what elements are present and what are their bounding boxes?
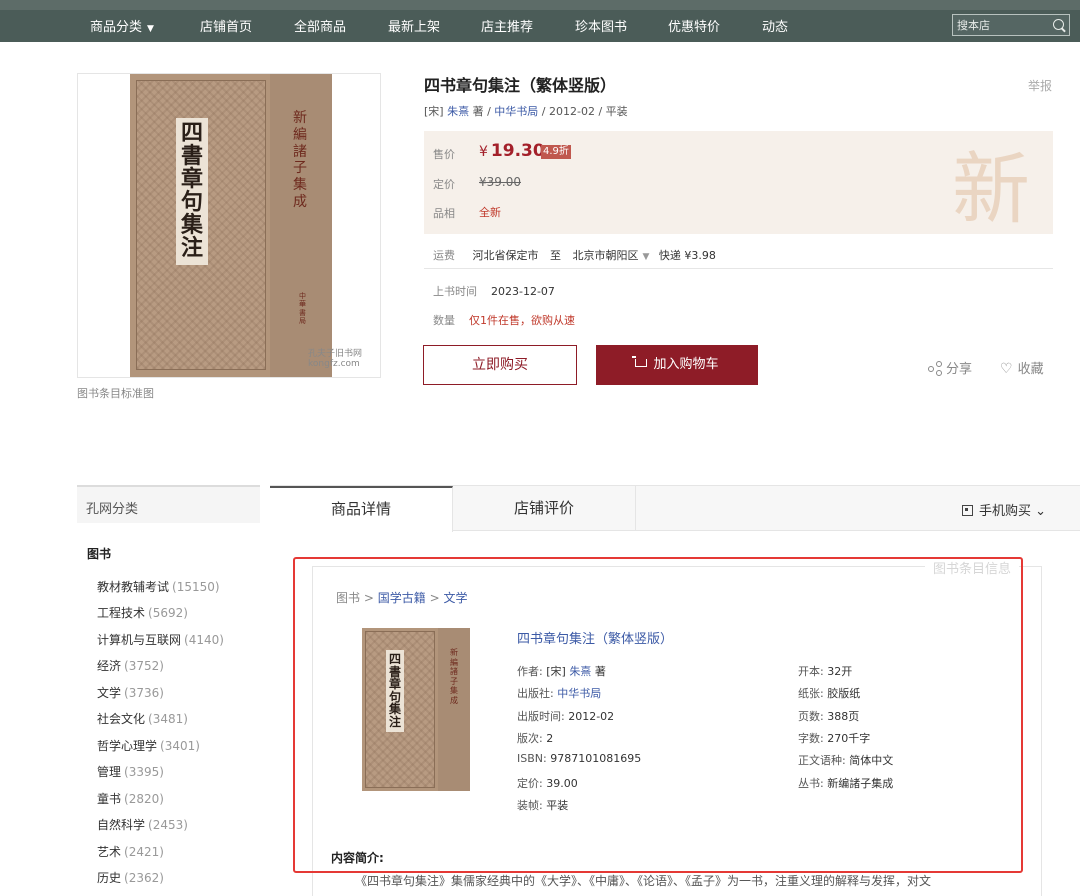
breadcrumb: 图书 > 国学古籍 > 文学 xyxy=(336,591,468,605)
sidebar-category[interactable]: 计算机与互联网 (4140) xyxy=(97,631,224,648)
intro-text: 《四书章句集注》集儒家经典中的《大学》、《中庸》、《论语》、《孟子》为一书，注重… xyxy=(355,874,932,888)
nav-item-categories[interactable]: 商品分类 ▼ xyxy=(90,16,154,35)
condition-label: 品相 xyxy=(433,207,455,220)
orig-price: ¥39.00 xyxy=(479,175,521,189)
sidebar-category[interactable]: 文学 (3736) xyxy=(97,684,164,701)
cover-caption: 图书条目标准图 xyxy=(77,387,154,400)
chevron-down-icon: ⌄ xyxy=(1035,504,1047,519)
sidebar-category[interactable]: 童书 (2820) xyxy=(97,790,164,807)
price-value: ¥19.30 xyxy=(479,141,545,161)
product-meta: [宋] 朱熹 著 / 中华书局 / 2012-02 / 平装 xyxy=(424,105,628,118)
attr-pages: 页数: 388页 xyxy=(798,710,860,723)
attr-author: 作者: [宋] 朱熹 著 xyxy=(517,665,606,678)
condition-value: 全新 xyxy=(479,206,501,219)
publisher-link[interactable]: 中华书局 xyxy=(494,105,538,118)
attr-price: 定价: 39.00 xyxy=(517,777,578,790)
tab-details[interactable]: 商品详情 xyxy=(270,486,453,532)
sidebar-category[interactable]: 管理 (3395) xyxy=(97,763,164,780)
thumb-cover-title: 四書章句集注 xyxy=(386,650,404,732)
attr-series: 丛书: 新编諸子集成 xyxy=(798,777,894,790)
sidebar-category[interactable]: 教材教辅考试 (15150) xyxy=(97,578,220,595)
divider xyxy=(424,268,1053,269)
author-link[interactable]: 朱熹 xyxy=(447,105,469,118)
sidebar-category[interactable]: 历史 (2362) xyxy=(97,869,164,886)
product-title: 四书章句集注（繁体竖版） xyxy=(424,76,617,95)
nav-item-specials[interactable]: 优惠特价 xyxy=(668,16,720,35)
share-icon xyxy=(928,361,942,376)
report-link[interactable]: 举报 xyxy=(1028,77,1052,94)
thumb-cover-series: 新編諸子集成 xyxy=(450,648,458,705)
breadcrumb-literature[interactable]: 文学 xyxy=(443,591,467,605)
sidebar-heading: 孔网分类 xyxy=(77,485,260,523)
sidebar-category[interactable]: 哲学心理学 (3401) xyxy=(97,737,200,754)
sidebar-category[interactable]: 工程技术 (5692) xyxy=(97,604,188,621)
add-to-cart-button[interactable]: 加入购物车 xyxy=(596,345,758,385)
mobile-buy-button[interactable]: 手机购买 ⌄ xyxy=(962,500,1046,519)
book-thumbnail[interactable]: 四書章句集注 新編諸子集成 xyxy=(362,628,470,791)
book-cover-image[interactable]: 四書章句集注 新編諸子集成 中華書局 孔夫子旧书网 kongfz.com xyxy=(77,73,381,378)
book-info-label: 图书条目信息 xyxy=(925,558,1020,577)
price-panel: 新 售价 ¥19.30 4.9折 定价 ¥39.00 品相 全新 xyxy=(424,131,1053,234)
tab-separator xyxy=(635,486,636,531)
ship-from: 河北省保定市 xyxy=(472,249,539,262)
ship-to-select[interactable]: 北京市朝阳区 xyxy=(573,249,639,262)
detail-book-title[interactable]: 四书章句集注（繁体竖版） xyxy=(517,628,673,647)
search-icon[interactable] xyxy=(1053,19,1064,30)
attr-isbn: ISBN: 9787101081695 xyxy=(517,752,642,765)
detail-publisher-link[interactable]: 中华书局 xyxy=(557,687,601,700)
sidebar-category[interactable]: 社会文化 (3481) xyxy=(97,710,188,727)
shop-search-input[interactable] xyxy=(957,17,1047,33)
shop-search xyxy=(952,14,1070,36)
attr-paper: 纸张: 胶版纸 xyxy=(798,687,861,700)
shipping-row: 运费 河北省保定市 至 北京市朝阳区 ▼ 快递 ¥3.98 xyxy=(433,249,716,262)
watermark: 孔夫子旧书网 kongfz.com xyxy=(308,349,363,369)
attr-binding: 装帧: 平装 xyxy=(517,799,569,812)
breadcrumb-root[interactable]: 图书 xyxy=(336,591,360,605)
tab-reviews[interactable]: 店铺评价 xyxy=(453,486,635,531)
chevron-down-icon: ▼ xyxy=(147,24,154,34)
book-cover-art: 四書章句集注 新編諸子集成 中華書局 xyxy=(130,74,332,377)
sidebar-category[interactable]: 自然科学 (2453) xyxy=(97,816,188,833)
nav-item-shop-home[interactable]: 店铺首页 xyxy=(200,16,252,35)
breadcrumb-guoxue[interactable]: 国学古籍 xyxy=(378,591,426,605)
intro-heading: 内容简介: xyxy=(331,851,384,865)
attr-language: 正文语种: 简体中文 xyxy=(798,754,894,767)
price-label: 售价 xyxy=(433,148,455,161)
sidebar-category[interactable]: 经济 (3752) xyxy=(97,657,164,674)
attr-words: 字数: 270千字 xyxy=(798,732,871,745)
orig-price-label: 定价 xyxy=(433,178,455,191)
discount-badge: 4.9折 xyxy=(541,145,571,159)
quantity-row: 数量 仅1件在售，欲购从速 xyxy=(433,314,575,327)
cart-icon xyxy=(632,356,648,367)
attr-edition: 版次: 2 xyxy=(517,732,554,745)
ship-method: 快递 ¥3.98 xyxy=(658,249,716,262)
nav-item-rare-books[interactable]: 珍本图书 xyxy=(575,16,627,35)
chevron-down-icon[interactable]: ▼ xyxy=(643,252,650,262)
attr-pubdate: 出版时间: 2012-02 xyxy=(517,710,615,723)
new-watermark-char: 新 xyxy=(952,145,1031,234)
cover-title: 四書章句集注 xyxy=(176,118,208,265)
cover-publisher: 中華書局 xyxy=(299,292,306,326)
nav-item-owner-picks[interactable]: 店主推荐 xyxy=(481,16,533,35)
sidebar-category[interactable]: 艺术 (2421) xyxy=(97,843,164,860)
attr-format: 开本: 32开 xyxy=(798,665,853,678)
attr-publisher: 出版社: 中华书局 xyxy=(517,687,602,700)
listed-date-row: 上书时间 2023-12-07 xyxy=(433,285,555,298)
favorite-button[interactable]: ♡ 收藏 xyxy=(1000,358,1044,377)
nav-item-new-arrivals[interactable]: 最新上架 xyxy=(388,16,440,35)
nav-item-all-products[interactable]: 全部商品 xyxy=(294,16,346,35)
share-button[interactable]: 分享 xyxy=(928,358,972,377)
detail-author-link[interactable]: 朱熹 xyxy=(569,665,591,678)
buy-now-button[interactable]: 立即购买 xyxy=(423,345,577,385)
cover-series: 新編諸子集成 xyxy=(293,110,307,210)
heart-icon: ♡ xyxy=(1000,361,1013,377)
detail-tabs: 商品详情 店铺评价 xyxy=(270,485,1080,532)
category-root[interactable]: 图书 xyxy=(87,545,111,562)
qr-code-icon xyxy=(962,505,973,516)
nav-item-updates[interactable]: 动态 xyxy=(762,16,788,35)
top-nav: 商品分类 ▼ 店铺首页 全部商品 最新上架 店主推荐 珍本图书 优惠特价 动态 xyxy=(0,0,1080,42)
